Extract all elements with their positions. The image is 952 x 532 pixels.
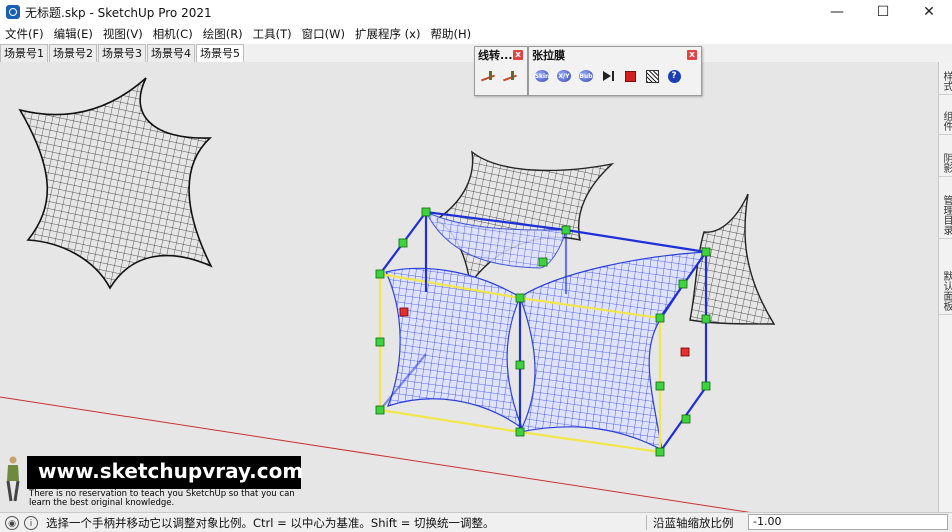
selected-membrane-left[interactable] — [385, 267, 524, 430]
model-viewport[interactable] — [0, 62, 938, 512]
line-to-face-icon[interactable] — [478, 66, 498, 86]
menu-bar: 文件(F) 编辑(E) 视图(V) 相机(C) 绘图(R) 工具(T) 窗口(W… — [0, 24, 952, 44]
left-membrane-mesh[interactable] — [18, 77, 213, 290]
scene-tab-1[interactable]: 场景号1 — [0, 44, 48, 62]
scale-grip — [375, 405, 385, 415]
status-bar: ◉ i 选择一个手柄并移动它以调整对象比例。Ctrl = 以中心为基准。Shif… — [0, 512, 952, 532]
tension-membrane-toolbar: 张拉膜 x Skin X/Y Bub ? — [528, 46, 702, 96]
tray-tab-manage-catalog[interactable]: 管理目录 — [939, 192, 952, 239]
line-convert-toolbar: 线转... x — [474, 46, 528, 96]
scene-tab-5[interactable]: 场景号5 — [196, 44, 244, 62]
tray-tab-styles[interactable]: 样式 — [939, 68, 952, 95]
scale-grip — [701, 381, 711, 391]
scene-tab-2[interactable]: 场景号2 — [49, 44, 97, 62]
scale-grip — [678, 279, 688, 289]
info-icon[interactable]: i — [24, 515, 38, 530]
toolbar-close-icon[interactable]: x — [687, 50, 697, 60]
scale-grip — [561, 225, 571, 235]
window-title: 无标题.skp - SketchUp Pro 2021 — [25, 5, 212, 20]
bub-icon[interactable]: Bub — [576, 66, 596, 86]
menu-help[interactable]: 帮助(H) — [425, 24, 476, 44]
menu-view[interactable]: 视图(V) — [98, 24, 148, 44]
scale-grip — [655, 447, 665, 457]
scale-grip — [701, 314, 711, 324]
scene-tab-3[interactable]: 场景号3 — [98, 44, 146, 62]
menu-window[interactable]: 窗口(W) — [297, 24, 350, 44]
close-button[interactable]: ✕ — [906, 0, 952, 24]
scale-grip-active[interactable] — [399, 307, 409, 317]
scale-grip — [421, 207, 431, 217]
skin-icon[interactable]: Skin — [532, 66, 552, 86]
scale-grip-active[interactable] — [680, 347, 690, 357]
scale-grip — [515, 293, 525, 303]
tray-tab-components[interactable]: 组件 — [939, 108, 952, 135]
status-message: 选择一个手柄并移动它以调整对象比例。Ctrl = 以中心为基准。Shift = … — [46, 515, 495, 530]
right-membrane-mesh[interactable] — [689, 193, 776, 325]
toolbar-title: 张拉膜 — [532, 49, 565, 62]
toolbar-title: 线转... — [478, 49, 513, 62]
watermark: www.sketchupvray.com There is no reserva… — [0, 455, 304, 508]
scale-grip — [655, 313, 665, 323]
model-canvas[interactable] — [0, 62, 938, 512]
scale-grip — [701, 247, 711, 257]
menu-file[interactable]: 文件(F) — [0, 24, 49, 44]
scale-grip — [655, 381, 665, 391]
geo-location-icon[interactable]: ◉ — [5, 515, 19, 530]
measurements-input[interactable]: -1.00 — [748, 514, 948, 530]
default-tray: 样式 组件 阴影 管理目录 默认面板 — [938, 62, 952, 512]
scale-grip — [375, 269, 385, 279]
menu-tools[interactable]: 工具(T) — [248, 24, 297, 44]
person-figure-icon — [6, 456, 20, 502]
watermark-text: There is no reservation to teach you Ske… — [29, 489, 295, 508]
menu-edit[interactable]: 编辑(E) — [49, 24, 98, 44]
menu-extensions[interactable]: 扩展程序 (x) — [350, 24, 425, 44]
watermark-url: www.sketchupvray.com — [38, 459, 304, 483]
help-icon[interactable]: ? — [664, 66, 684, 86]
play-icon[interactable] — [598, 66, 618, 86]
scale-grip — [681, 414, 691, 424]
scale-grip — [538, 257, 548, 267]
sketchup-app-icon — [6, 5, 20, 19]
measurements-label: 沿蓝轴缩放比例 — [653, 516, 734, 530]
tray-tab-default-panel[interactable]: 默认面板 — [939, 268, 952, 315]
minimize-button[interactable]: — — [814, 0, 860, 24]
scene-tab-4[interactable]: 场景号4 — [147, 44, 195, 62]
grid-icon[interactable] — [642, 66, 662, 86]
xy-icon[interactable]: X/Y — [554, 66, 574, 86]
scale-grip — [515, 360, 525, 370]
menu-camera[interactable]: 相机(C) — [148, 24, 198, 44]
scale-grip — [515, 427, 525, 437]
scale-grip — [398, 238, 408, 248]
title-bar: 无标题.skp - SketchUp Pro 2021 — ☐ ✕ — [0, 0, 952, 24]
line-to-face-alt-icon[interactable] — [500, 66, 520, 86]
scale-grip — [375, 337, 385, 347]
menu-draw[interactable]: 绘图(R) — [198, 24, 248, 44]
maximize-button[interactable]: ☐ — [860, 0, 906, 24]
stop-icon[interactable] — [620, 66, 640, 86]
toolbar-close-icon[interactable]: x — [513, 50, 523, 60]
tray-tab-shadows[interactable]: 阴影 — [939, 150, 952, 177]
selected-membrane-right[interactable] — [518, 251, 708, 452]
